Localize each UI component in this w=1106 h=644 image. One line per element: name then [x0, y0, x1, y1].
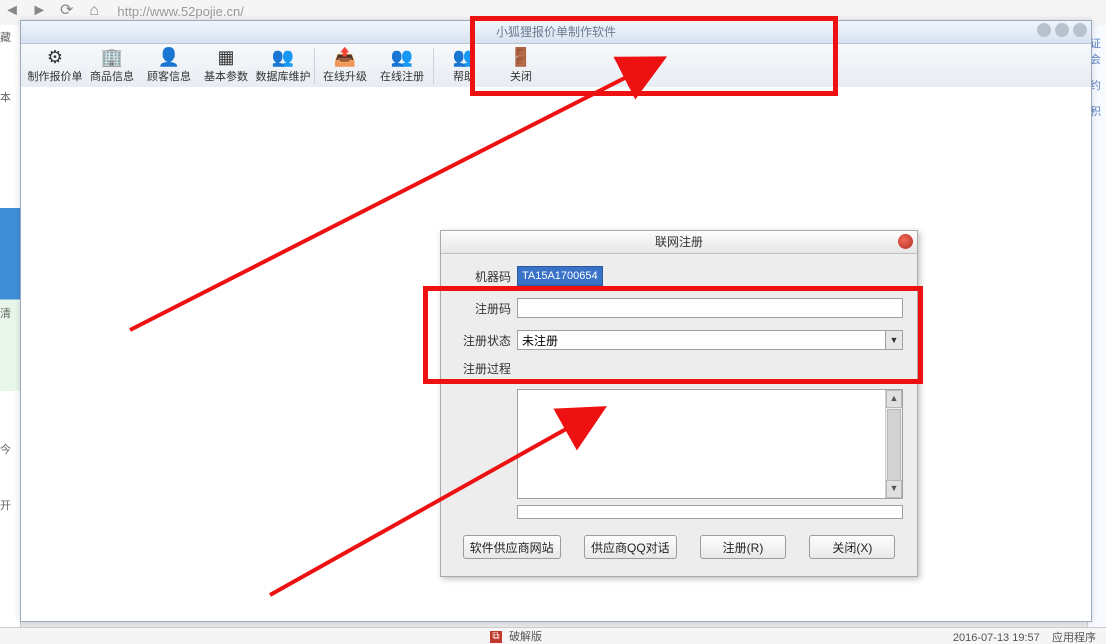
grid-icon: ▦	[198, 46, 254, 68]
toolbar-help[interactable]: 👥 帮助	[436, 44, 493, 88]
scroll-thumb[interactable]	[887, 409, 901, 481]
toolbar-params[interactable]: ▦ 基本参数	[198, 44, 255, 88]
app-icon: ⧉	[490, 631, 502, 643]
scroll-down-icon[interactable]: ▼	[886, 480, 902, 498]
toolbar-label: 商品信息	[84, 68, 140, 84]
row-reg-status: 注册状态 ▼	[455, 330, 903, 350]
toolbar-db[interactable]: 👥 数据库维护	[255, 44, 312, 88]
vendor-qq-button[interactable]: 供应商QQ对话	[584, 535, 677, 559]
title-bar: 小狐狸报价单制作软件	[21, 21, 1091, 44]
reg-status-select[interactable]	[517, 330, 903, 350]
vendor-site-button[interactable]: 软件供应商网站	[463, 535, 561, 559]
window-title: 小狐狸报价单制作软件	[496, 25, 616, 39]
toolbar-customers[interactable]: 👤 顾客信息	[141, 44, 198, 88]
taskbar-entry[interactable]: ⧉ 破解版	[490, 628, 542, 644]
dialog-close-button[interactable]	[898, 234, 913, 249]
minimize-button[interactable]	[1037, 23, 1051, 37]
dialog-title: 联网注册	[655, 235, 703, 249]
reg-code-label: 注册码	[455, 300, 511, 317]
bg-text: 清	[0, 305, 20, 321]
bg-text: 今	[0, 441, 20, 457]
people-icon: 👥	[255, 46, 311, 68]
reg-process-label: 注册过程	[455, 360, 511, 377]
reg-status-label: 注册状态	[455, 332, 511, 349]
close-button[interactable]: 关闭(X)	[809, 535, 895, 559]
people-icon: 👥	[374, 46, 430, 68]
toolbar-label: 数据库维护	[255, 68, 311, 84]
row-machine-code: 机器码 TA15A1700654	[455, 266, 903, 286]
scroll-up-icon[interactable]: ▲	[886, 390, 902, 408]
dialog-title-bar: 联网注册	[441, 231, 917, 254]
bg-text: 藏	[0, 29, 20, 45]
toolbar-make-quote[interactable]: ⚙ 制作报价单	[27, 44, 84, 88]
toolbar-label: 在线升级	[317, 68, 373, 84]
chevron-down-icon[interactable]: ▼	[885, 331, 902, 349]
help-icon: 👥	[436, 46, 492, 68]
close-window-button[interactable]	[1073, 23, 1087, 37]
toolbar-close[interactable]: 🚪 关闭	[493, 44, 550, 88]
taskbar: ⧉ 破解版 2016-07-13 19:57 应用程序	[0, 627, 1106, 644]
toolbar-label: 关闭	[493, 68, 549, 84]
toolbar-label: 在线注册	[374, 68, 430, 84]
main-toolbar: ⚙ 制作报价单 🏢 商品信息 👤 顾客信息 ▦ 基本参数 👥 数据库维护 📤 在…	[21, 44, 1091, 89]
nav-reload-icon[interactable]: ⟳	[55, 0, 79, 22]
browser-url[interactable]: http://www.52pojie.cn/	[117, 4, 243, 19]
machine-code-label: 机器码	[455, 268, 511, 285]
bg-text: 约	[1090, 77, 1104, 93]
reg-code-input[interactable]	[517, 298, 903, 318]
bg-text: 本	[0, 89, 20, 105]
toolbar-label: 制作报价单	[27, 68, 83, 84]
register-dialog: 联网注册 机器码 TA15A1700654 注册码 注册状态 ▼ 注册过程 ▲ …	[440, 230, 918, 577]
door-icon: 🚪	[493, 46, 549, 68]
reg-process-log[interactable]: ▲ ▼	[517, 389, 903, 499]
row-reg-code: 注册码	[455, 298, 903, 318]
toolbar-upgrade[interactable]: 📤 在线升级	[317, 44, 374, 88]
maximize-button[interactable]	[1055, 23, 1069, 37]
bg-text: 积	[1090, 103, 1104, 119]
upload-icon: 📤	[317, 46, 373, 68]
toolbar-products[interactable]: 🏢 商品信息	[84, 44, 141, 88]
toolbar-label: 帮助	[436, 68, 492, 84]
bg-text: 证会	[1090, 35, 1104, 67]
toolbar-register[interactable]: 👥 在线注册	[374, 44, 431, 88]
building-icon: 🏢	[84, 46, 140, 68]
taskbar-type: 应用程序	[1052, 632, 1096, 644]
gear-icon: ⚙	[27, 46, 83, 68]
toolbar-label: 顾客信息	[141, 68, 197, 84]
toolbar-separator	[314, 48, 315, 84]
nav-home-icon[interactable]: ⌂	[82, 0, 106, 22]
row-reg-process: 注册过程	[455, 362, 903, 377]
taskbar-time: 2016-07-13 19:57	[953, 632, 1040, 644]
progress-bar	[517, 505, 903, 519]
toolbar-separator	[433, 48, 434, 84]
nav-fwd-icon[interactable]: ►	[27, 0, 51, 22]
person-icon: 👤	[141, 46, 197, 68]
left-background-strip: 藏 本 清 今 开	[0, 25, 21, 635]
scrollbar[interactable]: ▲ ▼	[885, 390, 902, 498]
bg-text: 开	[0, 497, 20, 513]
taskbar-app-name: 破解版	[509, 631, 542, 643]
toolbar-label: 基本参数	[198, 68, 254, 84]
nav-back-icon[interactable]: ◄	[0, 0, 24, 22]
register-button[interactable]: 注册(R)	[700, 535, 786, 559]
machine-code-value[interactable]: TA15A1700654	[517, 266, 603, 286]
